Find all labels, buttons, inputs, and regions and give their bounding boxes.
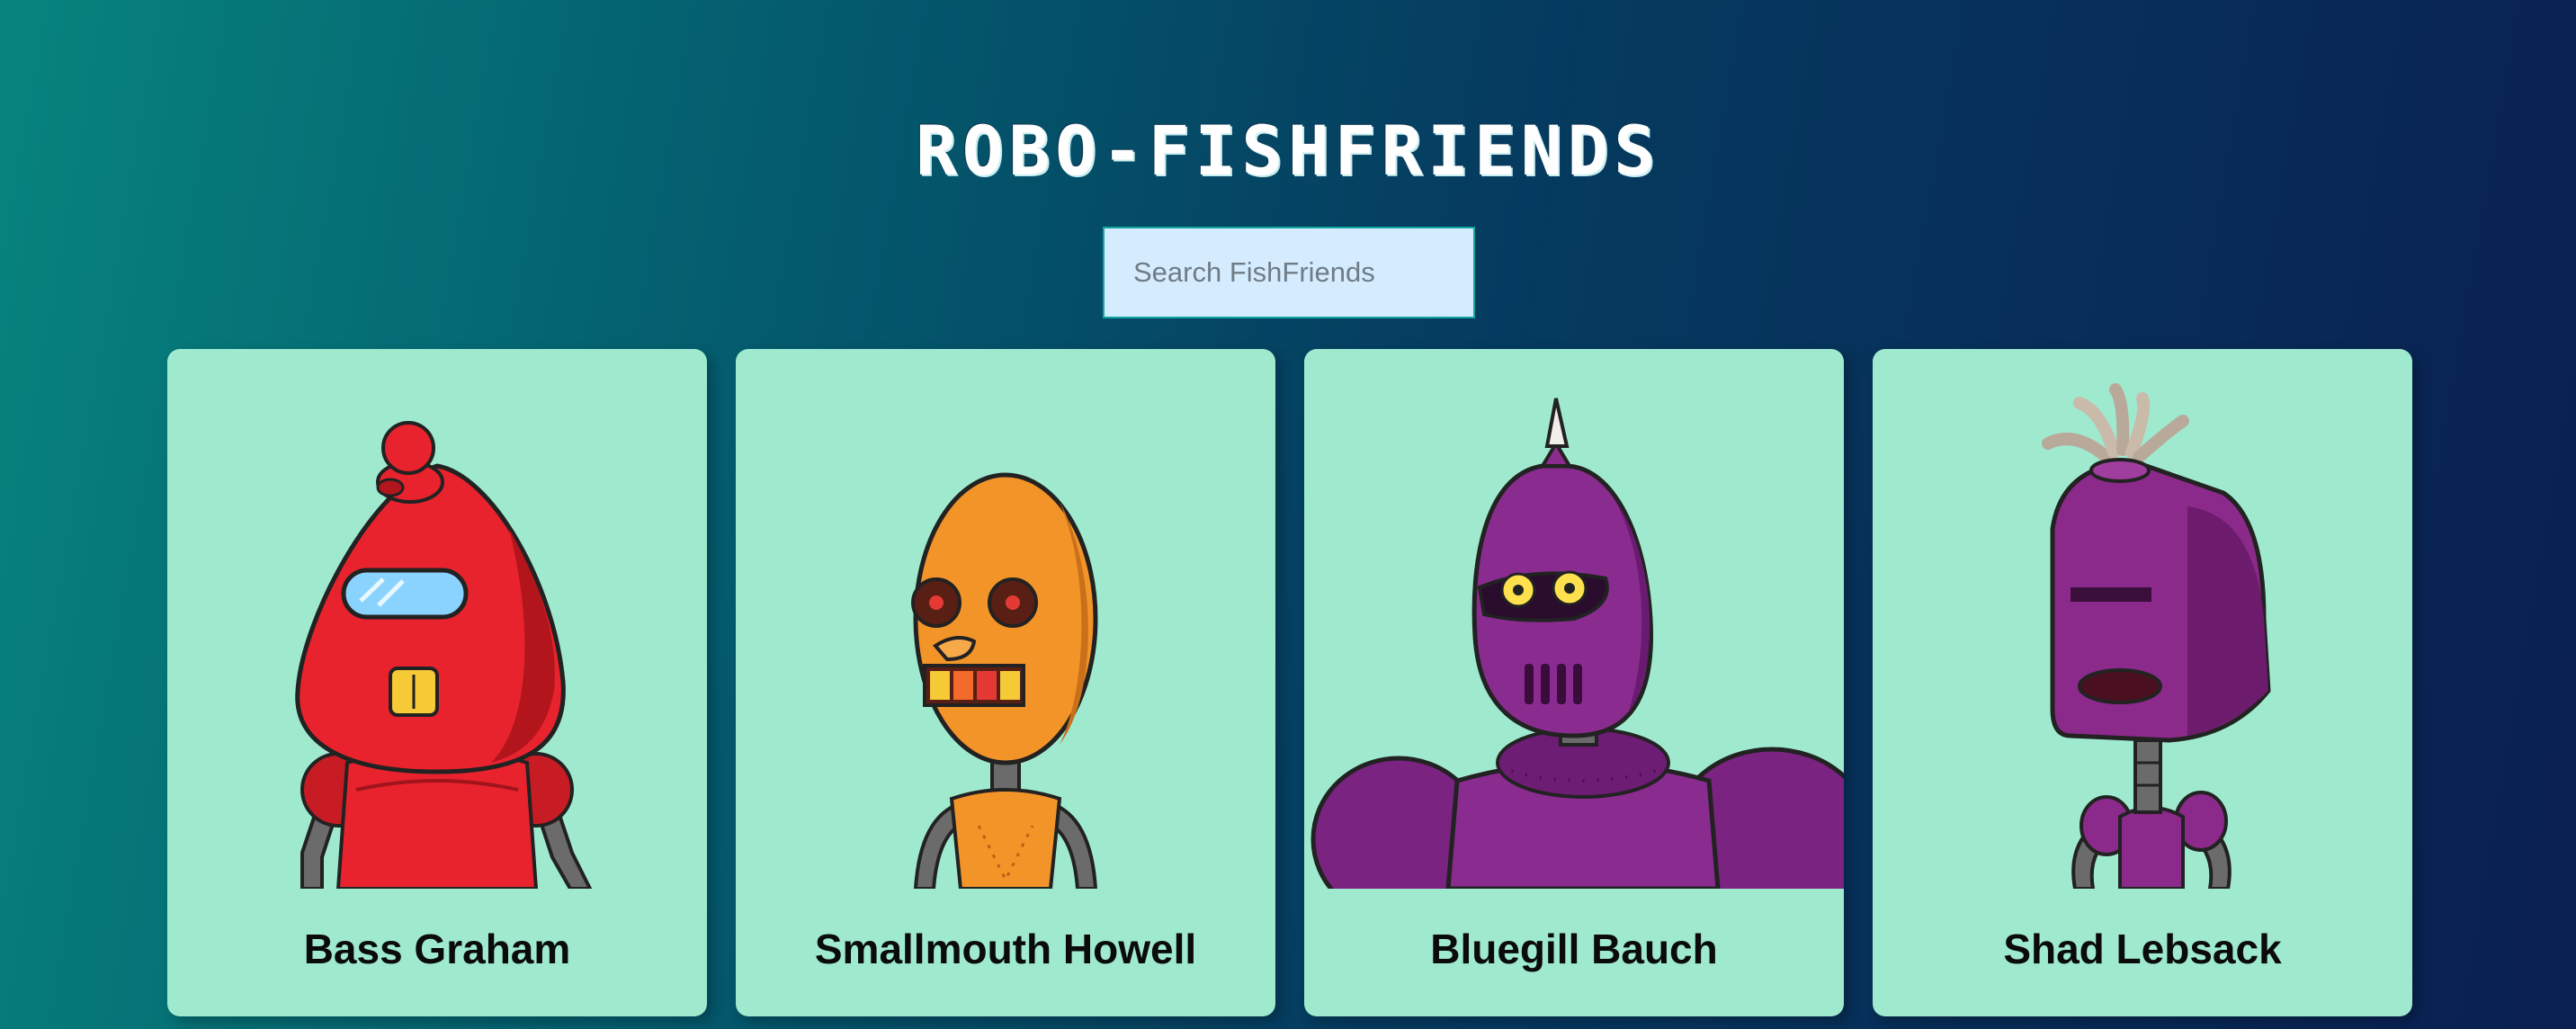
robot-card[interactable]: Shad Lebsack xyxy=(1873,349,2412,1016)
page-title: ROBO-FISHFRIENDS xyxy=(915,110,1661,191)
robot-avatar-image xyxy=(911,472,1098,889)
robot-avatar-image xyxy=(1310,398,1844,889)
robot-card[interactable]: Smallmouth Howell xyxy=(736,349,1275,1016)
robot-avatar-image xyxy=(2042,383,2271,889)
robot-name: Shad Lebsack xyxy=(2003,926,2282,972)
robot-card[interactable]: Bluegill Bauch xyxy=(1304,349,1844,1016)
search-input[interactable] xyxy=(1103,227,1475,318)
robot-name: Smallmouth Howell xyxy=(814,926,1197,972)
robot-avatar-image xyxy=(295,421,593,889)
robot-card[interactable]: Bass Graham xyxy=(167,349,707,1016)
robot-name: Bass Graham xyxy=(303,926,571,972)
robot-name: Bluegill Bauch xyxy=(1430,926,1718,972)
